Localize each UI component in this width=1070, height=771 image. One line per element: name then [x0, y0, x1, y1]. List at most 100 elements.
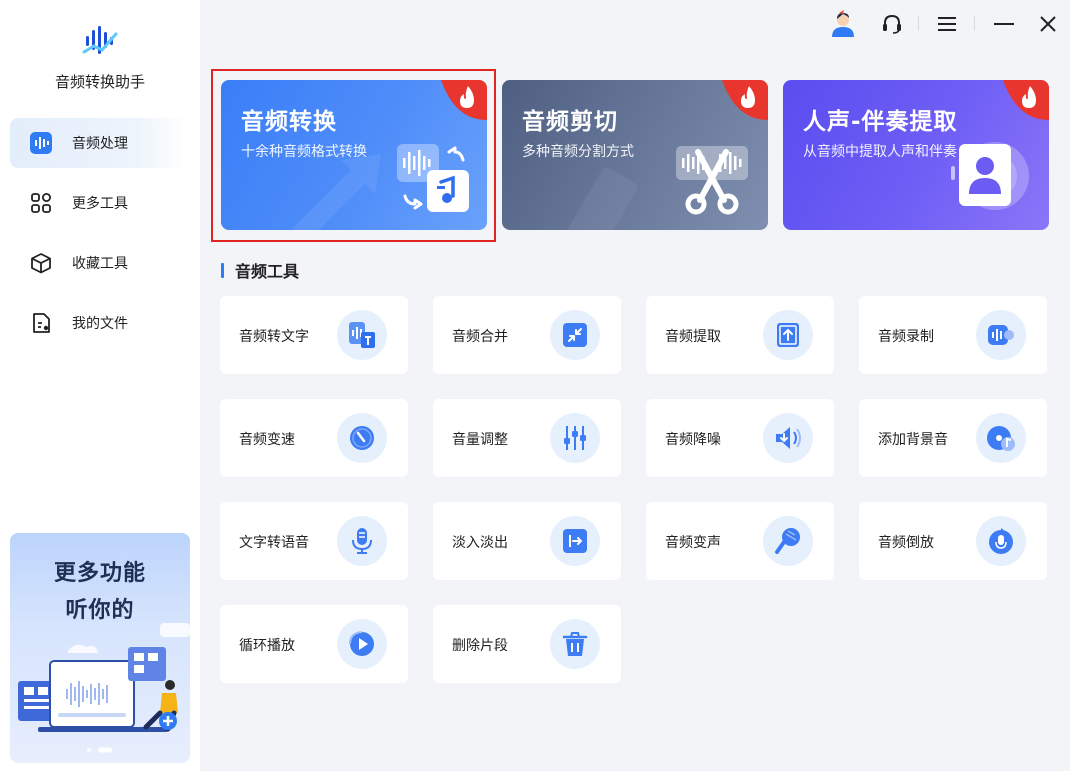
tool-icon-bg: [976, 413, 1026, 463]
hot-flame-icon: [722, 80, 768, 120]
section-title: 音频工具: [235, 262, 300, 281]
loop-play-icon: [349, 631, 374, 656]
grid-icon: [31, 193, 51, 213]
support-button[interactable]: [876, 8, 908, 40]
tool-label: 文字转语音: [239, 535, 309, 551]
tool-audio-speed[interactable]: 音频变速: [220, 399, 408, 477]
trash-icon: [562, 632, 588, 656]
reverse-mic-icon: [989, 528, 1013, 554]
promo-illustration: [18, 623, 190, 732]
hot-flame-icon: [1003, 80, 1049, 120]
tool-label: 循环播放: [239, 638, 295, 654]
tool-icon-bg: [763, 413, 813, 463]
fade-icon: [563, 529, 587, 553]
tool-icon-bg: [337, 413, 387, 463]
cube-icon: [31, 253, 51, 274]
tool-label: 淡入淡出: [452, 535, 508, 551]
menu-icon: [938, 17, 956, 31]
user-avatar-icon: [832, 10, 854, 37]
tool-label: 添加背景音: [878, 432, 948, 448]
tool-icon-bg: [337, 619, 387, 669]
speaker-down-icon: [776, 427, 801, 449]
feature-subtitle: 多种音频分割方式: [522, 144, 634, 160]
close-icon: [1040, 16, 1056, 32]
sidebar-item-my-files[interactable]: 我的文件: [10, 298, 190, 348]
tool-label: 音频变声: [665, 535, 721, 551]
tool-loop-play[interactable]: 循环播放: [220, 605, 408, 683]
tool-label: 音频提取: [665, 329, 721, 345]
tool-icon-bg: [976, 516, 1026, 566]
minimize-button[interactable]: [986, 8, 1022, 40]
carousel-dots[interactable]: [86, 747, 116, 753]
feature-title: 人声-伴奏提取: [803, 109, 958, 135]
disc-music-icon: [987, 426, 1015, 451]
tool-icon-bg: [337, 310, 387, 360]
tool-icon-bg: [550, 310, 600, 360]
tool-audio-to-text[interactable]: 音频转文字: [220, 296, 408, 374]
extract-icon: [777, 323, 799, 347]
merge-icon: [563, 323, 587, 347]
tool-label: 音频降噪: [665, 432, 721, 448]
sidebar-item-label: 我的文件: [72, 316, 128, 332]
feature-card-audio-cut[interactable]: 音频剪切 多种音频分割方式: [502, 80, 768, 230]
convert-art-icon: [397, 144, 469, 212]
tool-label: 音频录制: [878, 329, 934, 345]
equalizer-icon: [564, 426, 586, 450]
feature-card-vocal-extract[interactable]: 人声-伴奏提取 从音频中提取人声和伴奏: [783, 80, 1049, 230]
tool-audio-merge[interactable]: 音频合并: [433, 296, 621, 374]
close-button[interactable]: [1030, 8, 1066, 40]
sidebar-item-label: 更多工具: [72, 196, 128, 212]
menu-button[interactable]: [930, 8, 964, 40]
tool-noise-reduction[interactable]: 音频降噪: [646, 399, 834, 477]
tool-icon-bg: [550, 619, 600, 669]
tool-audio-record[interactable]: 音频录制: [859, 296, 1047, 374]
tool-audio-reverse[interactable]: 音频倒放: [859, 502, 1047, 580]
tool-icon-bg: [763, 516, 813, 566]
scissors-waveform-icon: [676, 146, 748, 215]
voice-change-icon: [775, 528, 800, 554]
feature-subtitle: 十余种音频格式转换: [241, 144, 367, 160]
tool-label: 音频合并: [452, 329, 508, 345]
headset-icon: [883, 14, 901, 34]
minimize-icon: [994, 23, 1014, 25]
tool-text-to-speech[interactable]: 文字转语音: [220, 502, 408, 580]
waveform-icon: [30, 132, 52, 154]
decor-shape: [561, 167, 638, 230]
promo-banner[interactable]: 更多功能 听你的: [10, 533, 190, 763]
sidebar-item-label: 音频处理: [72, 136, 128, 152]
file-icon: [33, 313, 50, 333]
tool-add-background-music[interactable]: 添加背景音: [859, 399, 1047, 477]
promo-line-2: 听你的: [65, 598, 135, 623]
tool-audio-extract[interactable]: 音频提取: [646, 296, 834, 374]
app-name: 音频转换助手: [54, 73, 145, 91]
tool-label: 音频变速: [239, 432, 295, 448]
section-accent-bar: [221, 262, 224, 278]
tool-fade-in-out[interactable]: 淡入淡出: [433, 502, 621, 580]
sidebar-item-audio-processing[interactable]: 音频处理: [10, 118, 190, 168]
feature-title: 音频转换: [241, 109, 337, 135]
tool-label: 音频倒放: [878, 535, 934, 551]
hot-flame-icon: [441, 80, 487, 120]
promo-line-1: 更多功能: [53, 561, 146, 586]
feature-title: 音频剪切: [522, 109, 618, 135]
sidebar: 音频转换助手 音频处理 更多工具 收藏工具 我的文件 更多功能 听你的: [0, 0, 200, 771]
user-avatar-button[interactable]: [826, 8, 860, 40]
audio-to-text-icon: [349, 322, 375, 348]
tool-delete-segment[interactable]: 删除片段: [433, 605, 621, 683]
tool-icon-bg: [337, 516, 387, 566]
separator: [918, 16, 919, 30]
speed-dial-icon: [350, 426, 374, 450]
sidebar-item-favorites[interactable]: 收藏工具: [10, 238, 190, 288]
tool-volume-adjust[interactable]: 音量调整: [433, 399, 621, 477]
separator: [974, 16, 975, 30]
app-logo-icon: [82, 26, 118, 54]
sidebar-item-more-tools[interactable]: 更多工具: [10, 178, 190, 228]
sidebar-item-label: 收藏工具: [72, 256, 128, 272]
tool-label: 音频转文字: [239, 329, 309, 345]
tool-voice-changer[interactable]: 音频变声: [646, 502, 834, 580]
feature-card-audio-convert[interactable]: 音频转换 十余种音频格式转换: [221, 80, 487, 230]
microphone-icon: [352, 528, 372, 554]
feature-subtitle: 从音频中提取人声和伴奏: [803, 144, 957, 160]
record-icon: [988, 325, 1014, 345]
tool-icon-bg: [976, 310, 1026, 360]
